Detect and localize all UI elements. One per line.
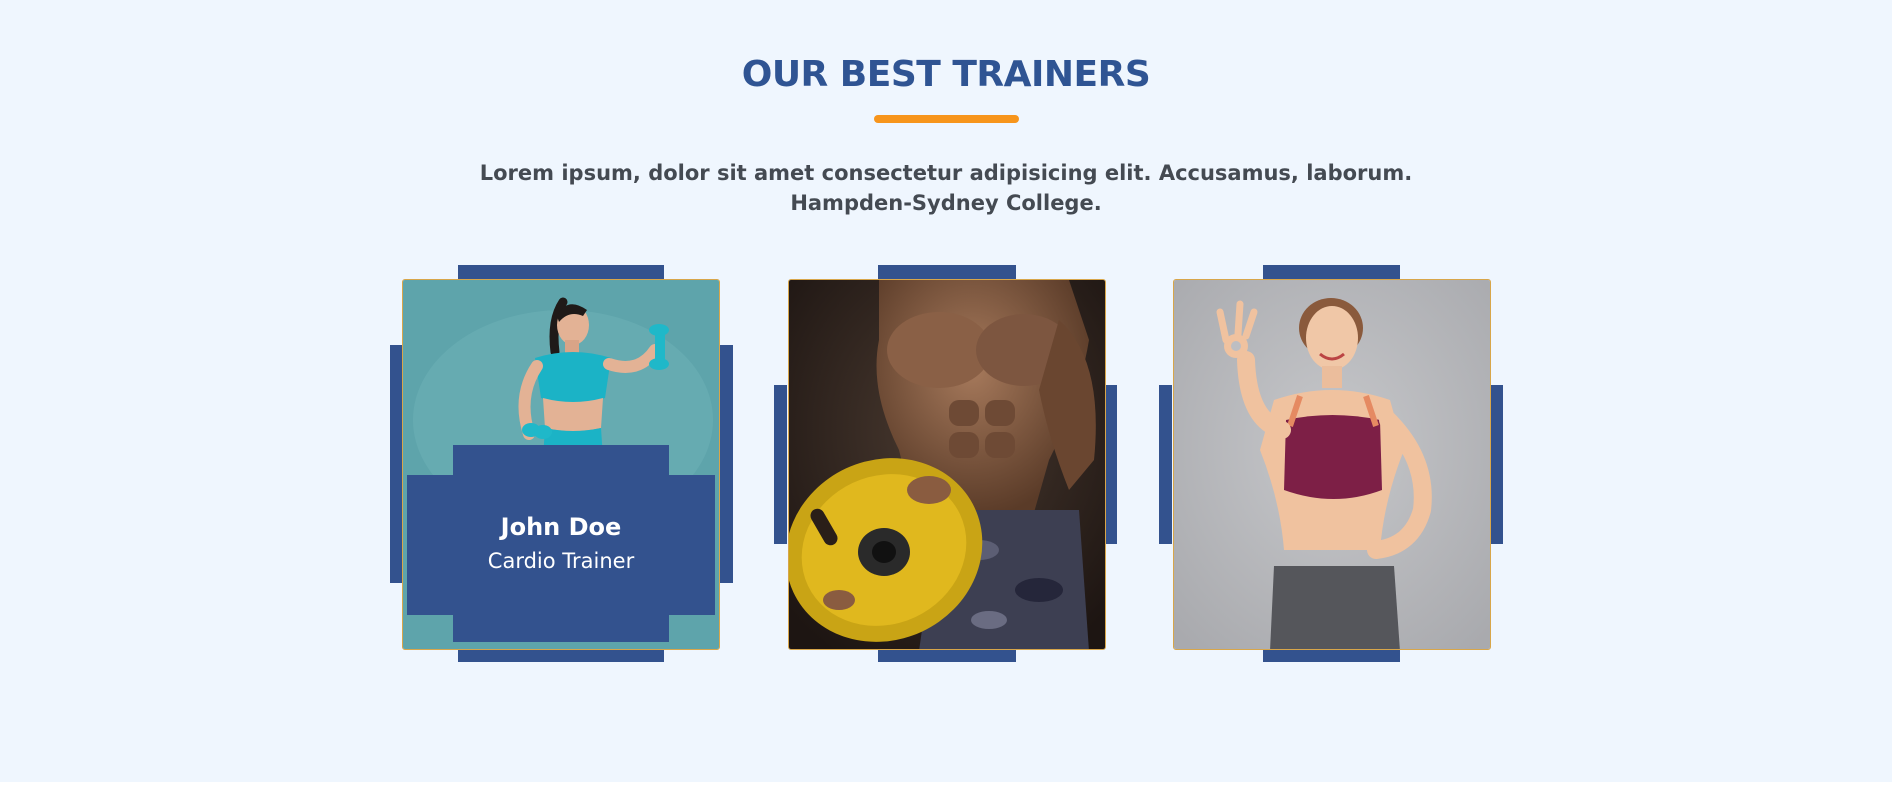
trainer-card-1[interactable]: John Doe Cardio Trainer — [402, 279, 720, 650]
card-2-deco-left — [774, 385, 787, 544]
section-title: OUR BEST TRAINERS — [741, 54, 1151, 95]
card-1-deco-top — [458, 265, 664, 279]
card-3-deco-right — [1490, 385, 1503, 544]
card-1-deco-bottom — [458, 650, 664, 662]
card-3-deco-left — [1159, 385, 1172, 544]
subtitle-line-2: Hampden-Sydney College. — [790, 191, 1102, 215]
card-1-overlay-wide — [407, 475, 715, 615]
trainer-card-2[interactable] — [788, 279, 1106, 650]
card-3-deco-bottom — [1263, 650, 1400, 662]
trainers-section: OUR BEST TRAINERS Lorem ipsum, dolor sit… — [0, 0, 1892, 782]
trainer-name: John Doe — [500, 513, 622, 541]
smiling-woman-ok-gesture-photo — [1174, 280, 1490, 649]
subtitle-line-1: Lorem ipsum, dolor sit amet consectetur … — [479, 161, 1413, 185]
card-3-deco-top — [1263, 265, 1400, 279]
trainer-card-3[interactable] — [1173, 279, 1491, 650]
card-1-deco-right — [720, 345, 733, 583]
section-subtitle: Lorem ipsum, dolor sit amet consectetur … — [446, 158, 1446, 218]
trainer-role: Cardio Trainer — [487, 549, 635, 573]
card-2-deco-top — [878, 265, 1016, 279]
card-2-deco-bottom — [878, 650, 1016, 662]
title-underline — [874, 115, 1019, 123]
bodybuilder-with-weight-plate-photo — [789, 280, 1105, 649]
